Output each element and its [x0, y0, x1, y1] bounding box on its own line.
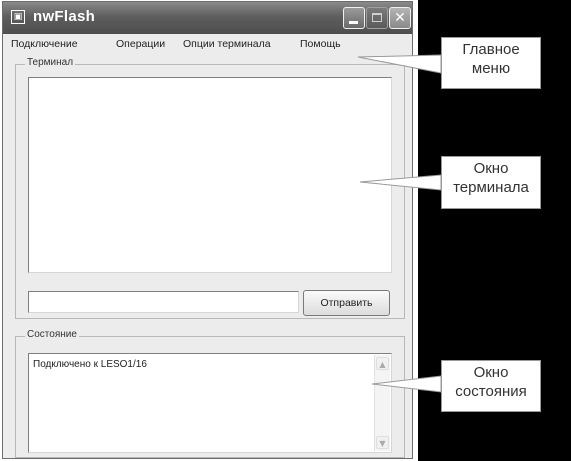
- app-window: ▣ nwFlash ✕ Подключение Операции Опции т…: [2, 1, 413, 459]
- callout-status-window: Окно состояния: [441, 360, 541, 412]
- main-menu-bar: Подключение Операции Опции терминала Пом…: [3, 34, 412, 54]
- menu-item-terminal-options[interactable]: Опции терминала: [183, 38, 271, 50]
- close-icon: ✕: [394, 10, 406, 26]
- scroll-up-icon[interactable]: ▲: [376, 357, 389, 370]
- status-text: Подключено к LESO1/16: [33, 359, 147, 370]
- minimize-button[interactable]: [343, 7, 365, 29]
- callout-status-line2: состояния: [455, 383, 527, 400]
- maximize-icon: [372, 13, 382, 22]
- callout-main-menu: Главное меню: [441, 37, 541, 89]
- close-button[interactable]: ✕: [389, 7, 411, 29]
- status-group: Состояние Подключено к LESO1/16 ▲ ▼: [15, 329, 405, 458]
- title-bar[interactable]: ▣ nwFlash ✕: [3, 2, 412, 34]
- status-scrollbar[interactable]: ▲ ▼: [374, 355, 390, 451]
- window-title: nwFlash: [33, 8, 96, 25]
- menu-item-connection[interactable]: Подключение: [11, 38, 78, 50]
- menu-item-help[interactable]: Помощь: [300, 38, 341, 50]
- terminal-output[interactable]: [28, 77, 392, 273]
- callout-main-menu-line2: меню: [471, 60, 511, 77]
- callout-terminal-line1: Окно: [473, 160, 509, 177]
- status-output[interactable]: Подключено к LESO1/16 ▲ ▼: [28, 353, 392, 453]
- scroll-down-icon[interactable]: ▼: [376, 436, 389, 449]
- callout-terminal-line2: терминала: [453, 179, 529, 196]
- menu-item-operations[interactable]: Операции: [116, 38, 165, 50]
- send-button[interactable]: Отправить: [303, 290, 390, 316]
- status-group-label: Состояние: [25, 329, 79, 340]
- terminal-group-label: Терминал: [25, 57, 76, 68]
- terminal-group: Терминал Отправить: [15, 57, 405, 319]
- callout-status-line1: Окно: [473, 364, 509, 381]
- minimize-icon: [349, 21, 358, 24]
- callout-terminal-window: Окно терминала: [441, 156, 541, 209]
- maximize-button[interactable]: [366, 7, 388, 29]
- callout-main-menu-line1: Главное: [462, 41, 520, 58]
- app-icon[interactable]: ▣: [11, 10, 25, 24]
- send-input[interactable]: [28, 291, 299, 313]
